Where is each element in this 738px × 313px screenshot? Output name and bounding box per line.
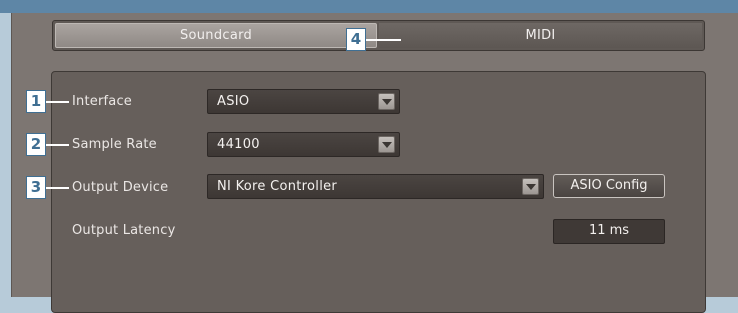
callout-2-leader: [44, 144, 69, 146]
sample-rate-value: 44100: [217, 137, 260, 152]
callout-badge-3: 3: [26, 176, 46, 199]
callout-badge-2: 2: [26, 133, 46, 156]
chevron-down-icon[interactable]: [522, 178, 539, 195]
tab-midi[interactable]: MIDI: [379, 23, 702, 48]
callout-1-leader: [44, 101, 69, 103]
top-frame-strip: [0, 0, 738, 13]
sample-rate-dropdown[interactable]: 44100: [207, 132, 400, 157]
sample-rate-label: Sample Rate: [72, 137, 157, 152]
tab-soundcard-label: Soundcard: [179, 28, 253, 43]
output-device-label: Output Device: [72, 180, 169, 195]
callout-4-leader: [364, 39, 401, 41]
output-latency-value: 11 ms: [553, 219, 665, 244]
callout-badge-1: 1: [26, 90, 46, 113]
asio-config-button[interactable]: ASIO Config: [553, 174, 665, 198]
output-device-dropdown[interactable]: NI Kore Controller: [207, 174, 544, 199]
callout-3-leader: [44, 187, 69, 189]
callout-badge-4: 4: [346, 28, 366, 51]
audio-midi-settings-window: Soundcard MIDI Interface ASIO Sample Rat…: [11, 13, 738, 313]
tab-midi-label: MIDI: [525, 28, 556, 43]
interface-value: ASIO: [217, 94, 250, 109]
chevron-down-icon[interactable]: [378, 93, 395, 110]
tab-bar: Soundcard MIDI: [52, 20, 705, 51]
output-device-value: NI Kore Controller: [217, 179, 338, 194]
chevron-down-icon[interactable]: [378, 136, 395, 153]
interface-label: Interface: [72, 94, 133, 109]
interface-dropdown[interactable]: ASIO: [207, 89, 400, 114]
tab-soundcard[interactable]: Soundcard: [55, 23, 377, 48]
output-latency-label: Output Latency: [72, 223, 176, 238]
